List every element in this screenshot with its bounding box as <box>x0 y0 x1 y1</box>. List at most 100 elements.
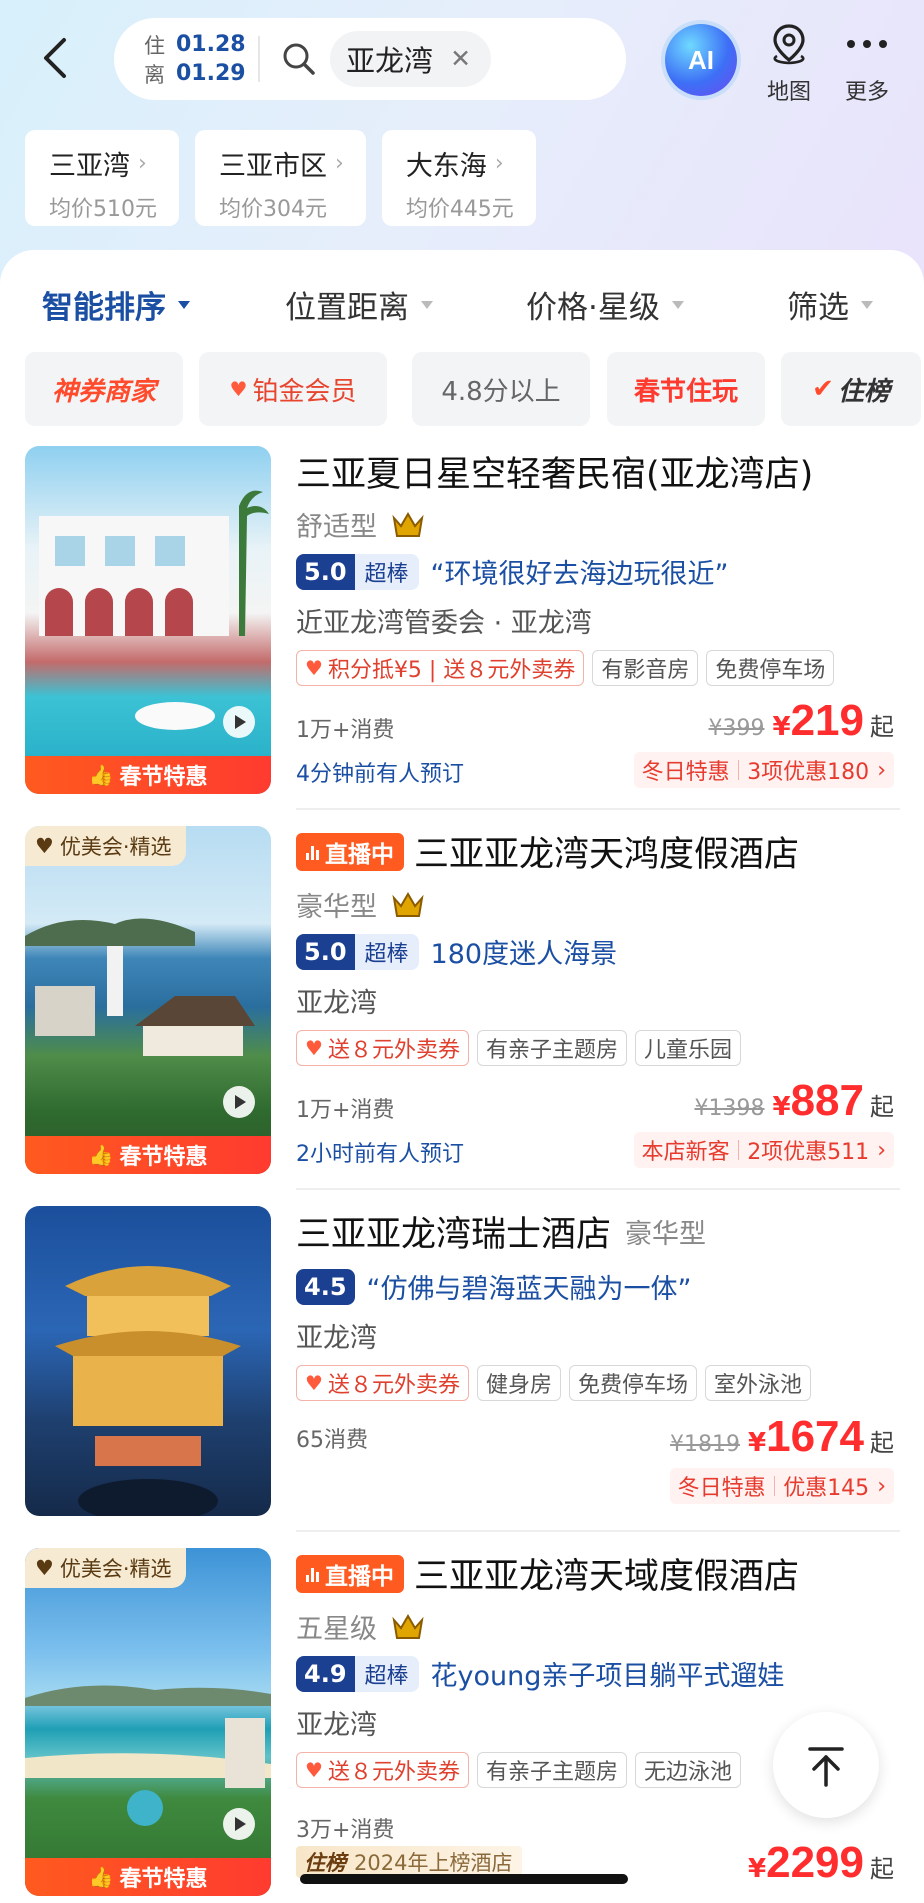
search-keyword: 亚龙湾 <box>346 44 434 78</box>
promo-text: 积分抵¥5 | 送８元外卖券 <box>327 658 576 683</box>
area-card[interactable]: 三亚市区 › 均价304元 <box>195 130 366 226</box>
deal-type: 冬日特惠 <box>641 760 730 785</box>
divider <box>296 1188 900 1190</box>
quick-tag-label: 铂金会员 <box>252 376 357 407</box>
crown-icon <box>392 511 424 537</box>
spring-festival-badge: 👍 春节特惠 <box>25 1136 271 1174</box>
sort-filter[interactable]: 筛选 <box>787 282 873 327</box>
recent-booking: 2小时前有人预订 <box>296 1142 464 1167</box>
hotel-card[interactable]: ♥ 优美会·精选 👍 春节特惠 直播中 三亚亚龙湾天鸿度假酒店 豪华型 5.0 超棒… <box>0 826 924 1190</box>
deal-info[interactable]: 本店新客 2项优惠511 › <box>633 1132 894 1168</box>
spring-festival-badge: 👍 春节特惠 <box>25 756 271 794</box>
area-card[interactable]: 大东海 › 均价445元 <box>381 130 536 226</box>
promo-tag: ♥ 送８元外卖券 <box>296 1365 469 1401</box>
area-name: 三亚湾 <box>49 151 130 182</box>
divider <box>296 1530 900 1532</box>
quick-tag[interactable]: ♥ 铂金会员 <box>199 352 387 426</box>
hotel-photo[interactable]: ♥ 优美会·精选 👍 春节特惠 <box>25 826 271 1174</box>
ai-assistant-button[interactable]: AI <box>665 24 737 96</box>
dropdown-icon <box>421 300 433 309</box>
sort-distance-label: 位置距离 <box>285 290 409 326</box>
hotel-name[interactable]: 三亚夏日星空轻奢民宿(亚龙湾店) <box>296 446 896 497</box>
back-button[interactable] <box>34 30 78 86</box>
ranking-icon: 住榜 <box>304 1851 346 1875</box>
deal-info[interactable]: 冬日特惠 3项优惠180 › <box>633 752 894 788</box>
promo-tag: ♥ 送８元外卖券 <box>296 1030 469 1066</box>
play-video-icon[interactable] <box>223 1086 255 1118</box>
hotel-card[interactable]: 三亚亚龙湾瑞士酒店 豪华型 4.5 “仿佛与碧海蓝天融为一体” 亚龙湾 ♥ 送８元外… <box>0 1206 924 1546</box>
more-dots-icon <box>847 40 887 48</box>
promo-text: 送８元外卖券 <box>327 1373 460 1398</box>
hotel-photo[interactable]: ♥ 优美会·精选 👍 春节特惠 <box>25 1548 271 1896</box>
quick-tag[interactable]: 4.8分以上 <box>412 352 590 426</box>
diamond-icon: ♥ <box>35 1556 54 1580</box>
live-icon <box>306 1566 319 1582</box>
hotel-name[interactable]: 三亚亚龙湾瑞士酒店 <box>296 1206 611 1257</box>
checkout-label: 离 <box>144 62 165 87</box>
rating-word: 超棒 <box>354 1655 419 1692</box>
consume-count: 1万+消费 <box>296 718 395 743</box>
area-avg-price: 均价510元 <box>49 197 157 222</box>
facility-tag: 健身房 <box>476 1365 561 1401</box>
heart-icon: ♥ <box>305 1758 323 1782</box>
hotel-card[interactable]: 👍 春节特惠 三亚夏日星空轻奢民宿(亚龙湾店) 舒适型 5.0 超棒 “环境很好去… <box>0 446 924 810</box>
hotel-location: 亚龙湾 <box>296 1323 377 1354</box>
arrow-up-icon <box>808 1747 844 1787</box>
currency-symbol: ¥ <box>748 1854 767 1884</box>
current-price: 887 <box>790 1076 864 1125</box>
live-badge[interactable]: 直播中 <box>296 832 404 871</box>
hotel-type: 豪华型 <box>296 892 377 923</box>
crown-icon <box>392 1613 424 1639</box>
back-to-top-button[interactable] <box>773 1712 879 1818</box>
recent-booking: 4分钟前有人预订 <box>296 762 464 787</box>
chevron-right-icon: › <box>494 151 504 176</box>
review-quote: “环境很好去海边玩很近” <box>430 559 729 590</box>
hotel-name[interactable]: 三亚亚龙湾天鸿度假酒店 <box>414 826 799 877</box>
quick-tag[interactable]: 春节住玩 <box>607 352 765 426</box>
play-video-icon[interactable] <box>223 706 255 738</box>
live-badge[interactable]: 直播中 <box>296 1554 404 1593</box>
search-keyword-chip[interactable]: 亚龙湾 ✕ <box>330 31 492 87</box>
sort-distance[interactable]: 位置距离 <box>285 282 433 327</box>
chevron-right-icon: › <box>138 151 147 176</box>
home-indicator[interactable] <box>300 1874 628 1884</box>
area-suggestions: 三亚湾 › 均价510元 三亚市区 › 均价304元 大东海 › 均价445元 <box>25 130 536 226</box>
deal-discount: 优惠145 <box>783 1476 870 1501</box>
checkin-date: 01.28 <box>176 32 246 57</box>
hotel-name[interactable]: 三亚亚龙湾天域度假酒店 <box>414 1548 799 1599</box>
hotel-card[interactable]: ♥ 优美会·精选 👍 春节特惠 直播中 三亚亚龙湾天域度假酒店 五星级 4.9 超棒… <box>0 1548 924 1903</box>
map-pin-icon <box>773 24 805 65</box>
live-label: 直播中 <box>325 841 394 868</box>
consume-count: 1万+消费 <box>296 1098 395 1123</box>
divider <box>258 36 260 82</box>
hotel-photo[interactable]: 👍 春节特惠 <box>25 446 271 794</box>
consume-count: 65消费 <box>296 1428 368 1453</box>
area-name: 三亚市区 <box>219 151 327 182</box>
sort-smart[interactable]: 智能排序 <box>42 282 190 327</box>
map-button[interactable]: 地图 <box>752 22 826 106</box>
play-video-icon[interactable] <box>223 1808 255 1840</box>
clear-icon[interactable]: ✕ <box>450 44 471 73</box>
sort-price-star[interactable]: 价格·星级 <box>526 282 684 327</box>
rating-score: 4.5 <box>296 1268 355 1305</box>
price-suffix: 起 <box>870 1093 894 1121</box>
deal-info[interactable]: 冬日特惠 优惠145 › <box>669 1468 894 1504</box>
price-suffix: 起 <box>870 1855 894 1883</box>
quick-tag[interactable]: ✔ 住榜 <box>781 352 921 426</box>
search-icon <box>283 43 315 75</box>
original-price: ¥1398 <box>694 1096 765 1121</box>
sort-smart-label: 智能排序 <box>42 290 166 326</box>
date-selector[interactable]: 住 01.28 离 01.29 <box>144 30 254 88</box>
hotel-location: 近亚龙湾管委会 · 亚龙湾 <box>296 608 592 639</box>
quick-tag[interactable]: 神券商家 <box>25 352 183 426</box>
badge-label: 春节特惠 <box>119 1145 208 1170</box>
facility-tag: 免费停车场 <box>568 1365 697 1401</box>
area-card[interactable]: 三亚湾 › 均价510元 <box>25 130 179 226</box>
hotel-photo[interactable] <box>25 1206 271 1516</box>
search-bar[interactable]: 住 01.28 离 01.29 亚龙湾 ✕ <box>114 18 626 100</box>
checkin-label: 住 <box>144 33 165 58</box>
crown-icon <box>392 891 424 917</box>
original-price: ¥399 <box>708 716 765 741</box>
more-button[interactable]: 更多 <box>830 22 904 106</box>
chevron-right-icon: › <box>877 1137 886 1163</box>
